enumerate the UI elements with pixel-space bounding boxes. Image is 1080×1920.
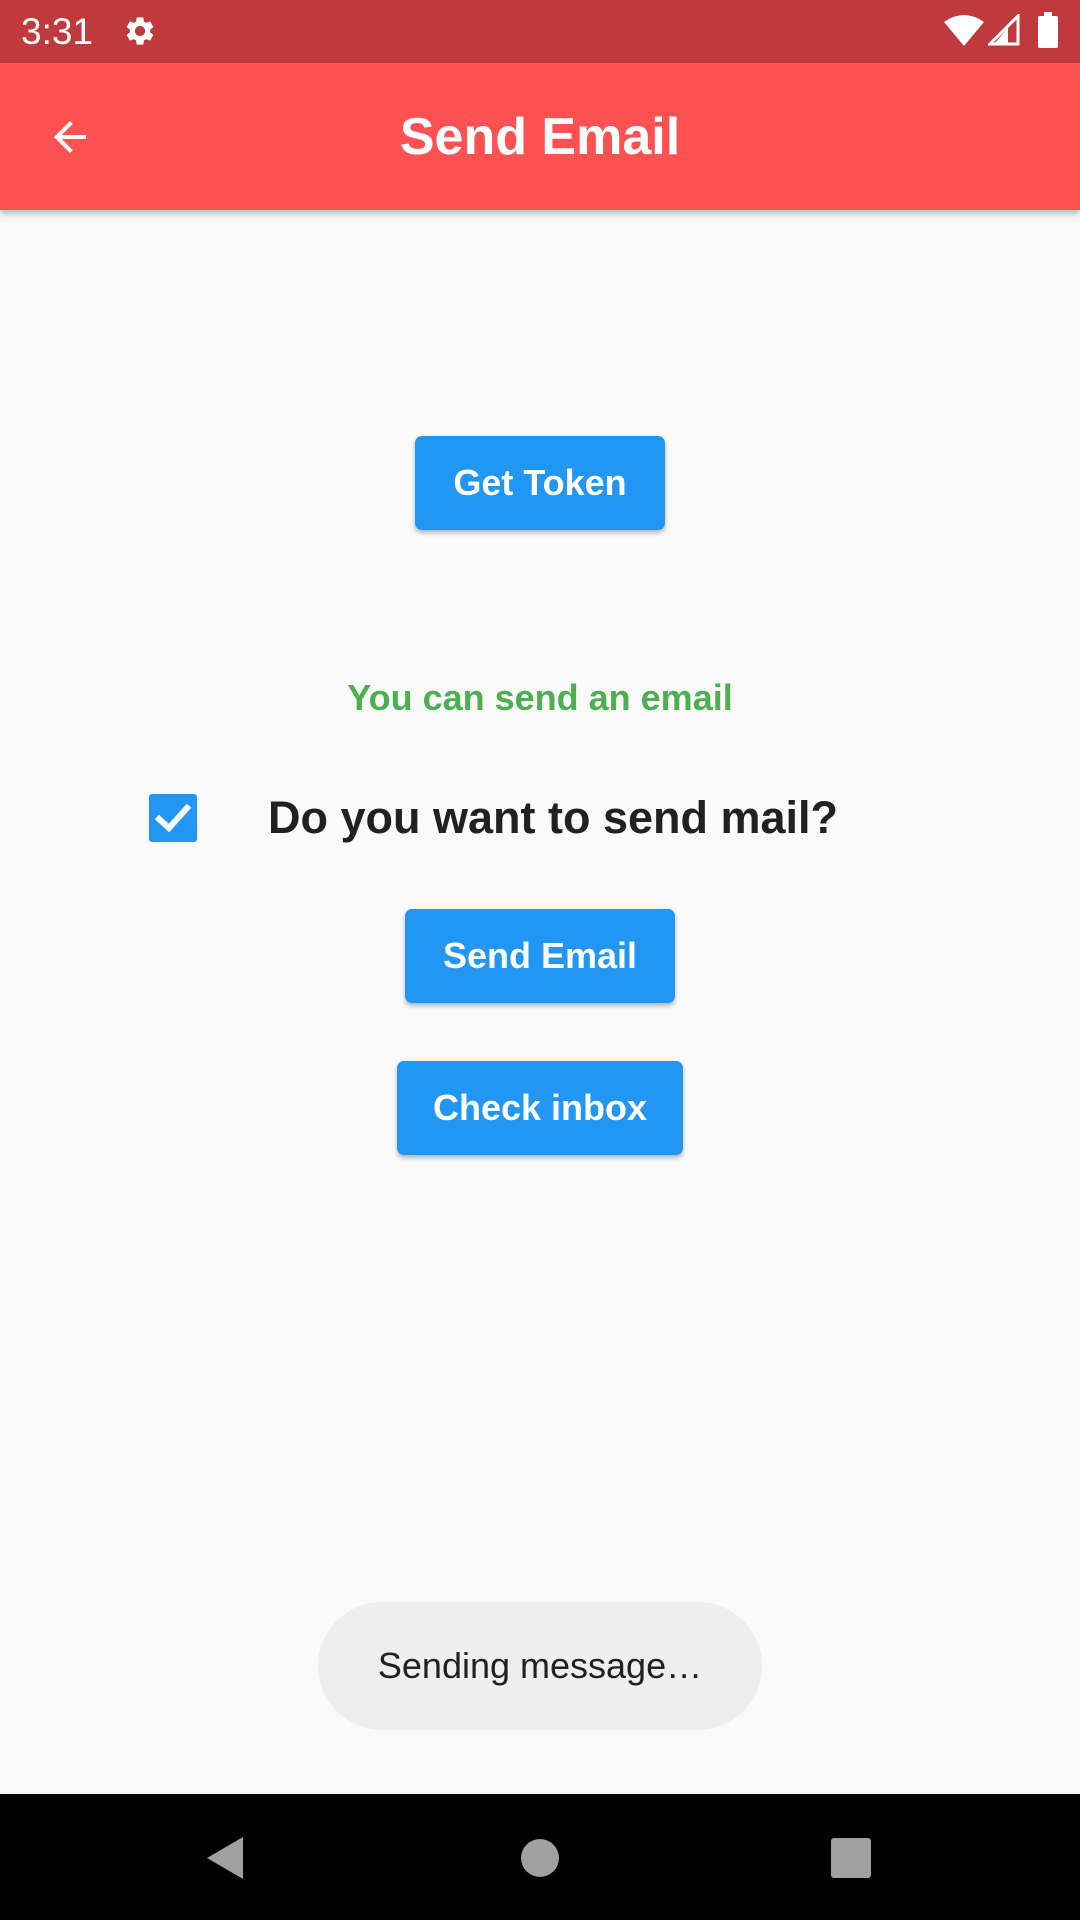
send-mail-checkbox[interactable] xyxy=(149,794,197,842)
status-time: 3:31 xyxy=(21,11,94,52)
app-bar: Send Email xyxy=(0,63,1080,210)
get-token-button[interactable]: Get Token xyxy=(415,436,665,530)
battery-icon xyxy=(1038,12,1058,48)
page-title: Send Email xyxy=(399,108,681,166)
signal-icon xyxy=(988,14,1020,46)
status-bar: 3:31 xyxy=(0,0,1080,63)
check-inbox-button[interactable]: Check inbox xyxy=(397,1061,683,1155)
gear-icon xyxy=(126,17,154,45)
checkmark-icon xyxy=(154,803,192,833)
back-triangle-icon[interactable] xyxy=(205,1835,245,1881)
navigation-bar xyxy=(0,1794,1080,1920)
wifi-icon xyxy=(944,15,984,46)
checkbox-label: Do you want to send mail? xyxy=(268,792,839,843)
toast-message: Sending message… xyxy=(318,1602,762,1730)
send-email-button[interactable]: Send Email xyxy=(405,909,675,1003)
status-message: You can send an email xyxy=(347,677,733,718)
home-circle-icon[interactable] xyxy=(520,1838,560,1878)
recents-square-icon[interactable] xyxy=(831,1838,871,1878)
